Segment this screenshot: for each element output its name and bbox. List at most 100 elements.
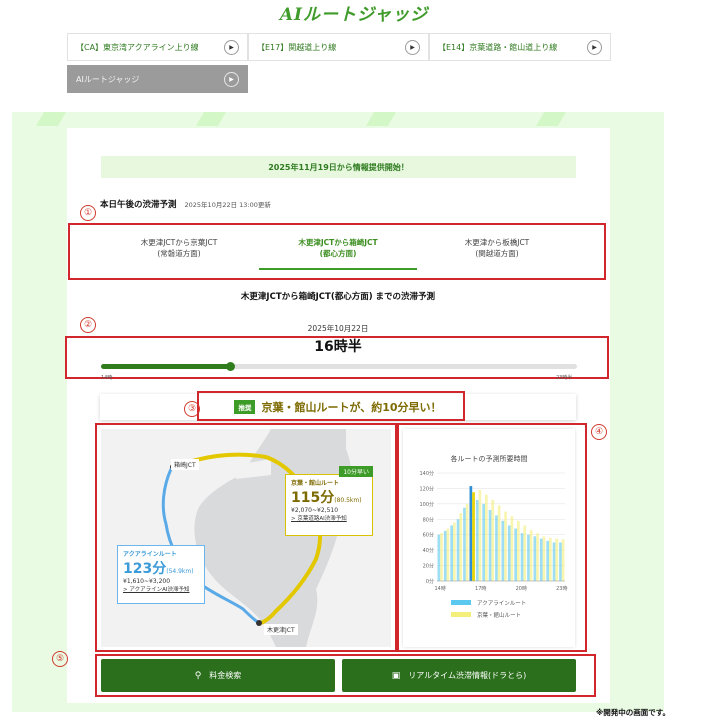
- annotation-1: ①: [80, 205, 96, 221]
- direction-sublabel: (常磐道方面): [157, 249, 201, 258]
- chart-bar-aqua: [469, 486, 473, 581]
- forecast-date: 2025年10月22日: [307, 324, 369, 333]
- chart-bar-aqua: [546, 540, 549, 581]
- chart-legend-swatch: [451, 612, 471, 617]
- route-tabs: 【CA】東京湾アクアライン上り線 ▶ 【E17】関越道上り線 ▶ 【E14】京葉…: [67, 33, 611, 93]
- direction-label: 木更津JCTから京葉JCT: [140, 238, 218, 247]
- chart-bar-keiyo: [485, 494, 488, 581]
- route-caption: 木更津JCTから箱崎JCT(都心方面) までの渋滞予測: [240, 292, 436, 302]
- chart-x-tick: 20時: [516, 586, 527, 592]
- chart-title: 各ルートの予測所要時間: [451, 454, 528, 463]
- chart-x-tick: 23時: [556, 586, 567, 592]
- direction-sublabel: (関越道方面): [475, 249, 519, 258]
- keiyo-route-card[interactable]: 10分早い 京葉・館山ルート 115分(80.5km) ¥2,070~¥2,51…: [285, 466, 373, 536]
- direction-label: 木更津JCTから箱崎JCT: [298, 238, 378, 247]
- chart-bar-keiyo: [517, 520, 520, 581]
- chart-legend-swatch: [451, 600, 471, 605]
- forecast-time: 16時半: [314, 339, 362, 355]
- time-slider-handle[interactable]: [225, 362, 235, 371]
- label-hakozaki: 箱崎JCT: [171, 459, 199, 470]
- direction-tab-keiyo-jct[interactable]: 木更津JCTから京葉JCT (常磐道方面): [105, 237, 253, 259]
- chart-y-tick: 80分: [423, 516, 434, 523]
- chart-y-tick: 120分: [419, 485, 434, 492]
- chart-bar-aqua: [450, 525, 453, 581]
- car-icon: ▣: [391, 670, 401, 681]
- tab-keiyo[interactable]: 【E14】京葉道路・館山道上り線 ▶: [429, 33, 611, 61]
- chart-bar-aqua: [463, 507, 466, 581]
- time-slider[interactable]: [101, 362, 577, 371]
- aqua-route-link[interactable]: > アクアラインAI渋滞予知: [123, 585, 199, 593]
- chart-bar-keiyo: [555, 538, 559, 581]
- chart-legend-label: 京葉・館山ルート: [477, 611, 521, 619]
- slider-min-label: 14時: [101, 375, 113, 381]
- travel-time-chart-panel: 各ルートの予測所要時間 0分 20分 40分 60分 80分 100分 120分 140分 14時…: [403, 429, 575, 647]
- tab-ai-route-judge[interactable]: AIルートジャッジ ▶: [67, 65, 248, 93]
- time-slider-fill: [101, 364, 230, 369]
- direction-tab-itabashi-jct[interactable]: 木更津から板橋JCT (関越道方面): [423, 237, 571, 259]
- aqua-route-time: 123分: [123, 561, 167, 577]
- chart-bar-aqua: [482, 503, 485, 581]
- annotation-4: ④: [591, 424, 607, 440]
- chart-x-tick: 17時: [475, 586, 486, 592]
- chart-bar-keiyo: [472, 492, 475, 581]
- forecast-heading: 本日午後の渋滞予測 2025年10月22日 13:00更新: [100, 198, 271, 210]
- tab-aqualine[interactable]: 【CA】東京湾アクアライン上り線 ▶: [67, 33, 248, 61]
- chart-bar-keiyo: [542, 536, 546, 581]
- chart-bar-aqua: [456, 519, 460, 581]
- chart-bar-aqua: [507, 525, 511, 581]
- chart-bar-keiyo: [453, 522, 456, 581]
- page-title: AIルートジャッジ: [279, 5, 429, 25]
- keiyo-route-toll: ¥2,070~¥2,510: [291, 507, 339, 514]
- play-icon: ▶: [224, 72, 239, 87]
- direction-tab-hakozaki-jct[interactable]: 木更津JCTから箱崎JCT (都心方面): [264, 237, 412, 259]
- chart-bar-keiyo: [510, 516, 514, 581]
- chart-bar-keiyo: [459, 513, 463, 581]
- chart-bar-aqua: [520, 533, 524, 581]
- chart-bar-keiyo: [504, 511, 507, 581]
- annotation-5: ⑤: [52, 651, 68, 667]
- faster-tag: 10分早い: [339, 466, 373, 477]
- fare-search-button[interactable]: ⚲ 料金検索: [101, 659, 335, 692]
- route-map[interactable]: 箱崎JCT 木更津JCT 10分早い 京葉・館山ルート 115分(80.5km)…: [101, 429, 391, 647]
- chart-bar-aqua: [495, 515, 498, 581]
- keiyo-route-distance: (80.5km): [334, 497, 362, 504]
- chart-y-tick: 40分: [423, 547, 434, 554]
- fare-search-label: 料金検索: [209, 671, 242, 680]
- chart-bar-aqua: [501, 520, 505, 581]
- chart-bar-keiyo: [497, 505, 501, 581]
- updated-time: 2025年10月22日 13:00更新: [184, 201, 271, 209]
- chart-legend-label: アクアラインルート: [477, 600, 526, 607]
- search-icon: ⚲: [194, 670, 202, 681]
- play-icon: ▶: [405, 40, 420, 55]
- chart-bar-aqua: [559, 542, 562, 581]
- aqua-route-toll: ¥1,610~¥3,200: [123, 578, 171, 585]
- chart-y-tick: 20分: [423, 563, 434, 570]
- tab-kanetsu[interactable]: 【E17】関越道上り線 ▶: [248, 33, 429, 61]
- chart-bar-aqua: [533, 536, 537, 581]
- chart-bar-keiyo: [523, 525, 527, 581]
- tab-ai-route-judge-label: AIルートジャッジ: [76, 74, 140, 84]
- keiyo-route-link[interactable]: > 京葉道路AI渋滞予知: [291, 514, 367, 522]
- chart-bar-keiyo: [561, 539, 565, 581]
- aqua-route-name: アクアラインルート: [123, 551, 177, 558]
- annotation-3: ③: [184, 401, 200, 417]
- realtime-traffic-button[interactable]: ▣ リアルタイム渋滞情報(ドラとら): [342, 659, 576, 692]
- aqua-route-distance: (54.9km): [166, 568, 194, 575]
- chart-bar-aqua: [437, 534, 441, 581]
- pin-kisarazu: [256, 620, 262, 626]
- chart-y-tick: 100分: [419, 501, 434, 508]
- chart-bar-keiyo: [491, 500, 495, 581]
- chart-bar-aqua: [552, 542, 556, 581]
- keiyo-route-name: 京葉・館山ルート: [291, 480, 340, 487]
- chart-bar-keiyo: [446, 528, 450, 581]
- play-icon: ▶: [587, 40, 602, 55]
- aqua-route-card[interactable]: アクアラインルート 123分(54.9km) ¥1,610~¥3,200 > ア…: [117, 545, 205, 604]
- tab-keiyo-label: 【E14】京葉道路・館山道上り線: [438, 42, 558, 52]
- chart-bar-keiyo: [478, 489, 482, 581]
- travel-time-chart: 各ルートの予測所要時間 0分 20分 40分 60分 80分 100分 120分 140分 14時…: [419, 454, 567, 619]
- play-icon: ▶: [224, 40, 239, 55]
- direction-sublabel: (都心方面): [319, 249, 357, 258]
- chart-y-tick: 140分: [419, 470, 434, 477]
- chart-bar-aqua: [539, 538, 543, 581]
- slider-max-label: 23時半: [556, 375, 573, 381]
